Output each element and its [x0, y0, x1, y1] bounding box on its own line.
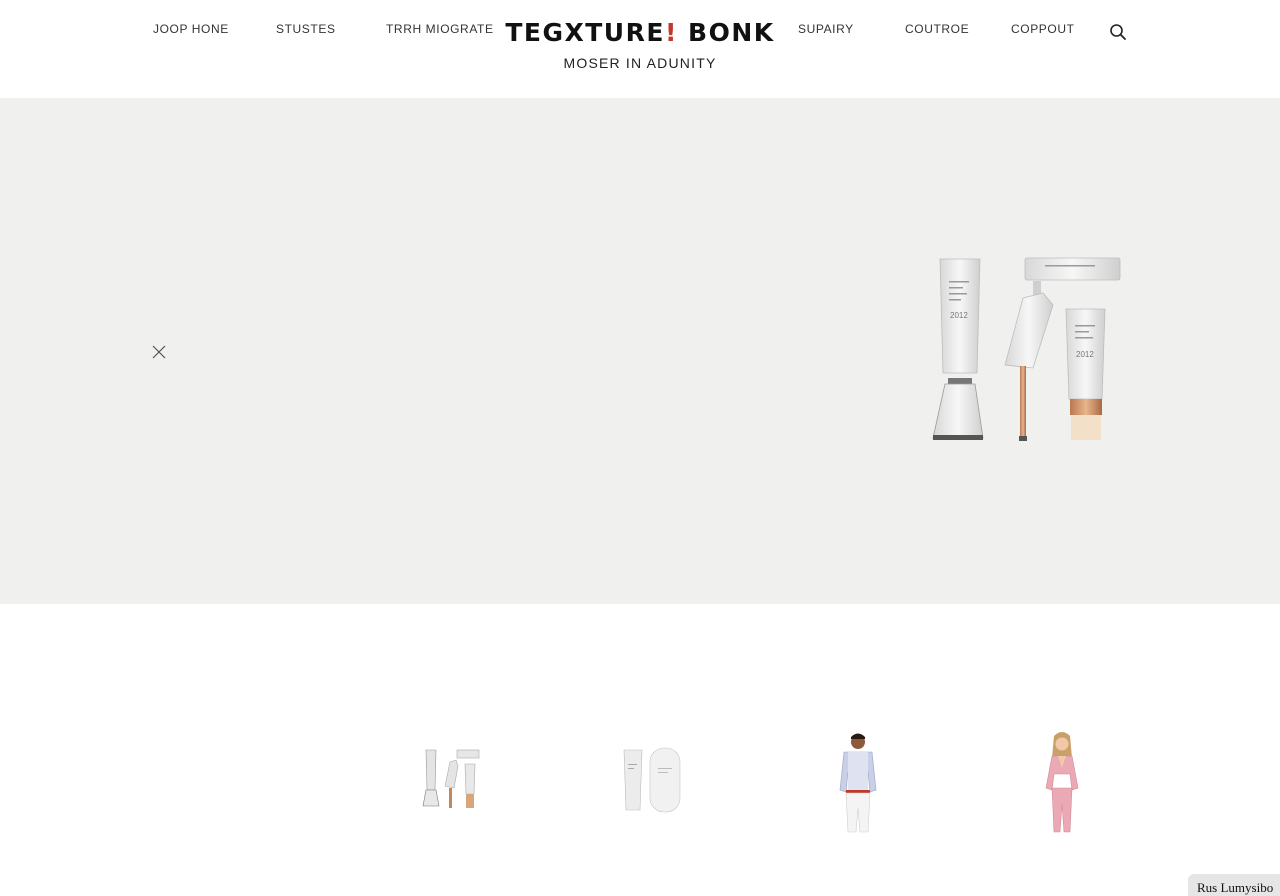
woman-model-thumbnail [1045, 732, 1079, 833]
brand-subtitle: MOSER IN ADUNITY [563, 55, 717, 71]
brand-title: TEGXTURE! BONK [460, 18, 820, 47]
tube-bottle-thumbnail [623, 747, 681, 813]
thumbnail-woman-model[interactable] [1022, 728, 1102, 838]
close-icon [152, 345, 166, 359]
thumbnail-product-set[interactable] [412, 728, 492, 838]
cosmetic-products-image: 2012 2012 [932, 257, 1121, 441]
close-button[interactable] [150, 343, 168, 361]
brand-logo[interactable]: TEGXTURE! BONK MOSER IN ADUNITY [460, 18, 820, 71]
nav-link-joop-hone[interactable]: JOOP HONE [153, 22, 229, 36]
nav-link-stustes[interactable]: STUSTES [276, 22, 336, 36]
product-label: 2012 [950, 311, 968, 320]
thumbnail-tube-bottle[interactable] [612, 728, 692, 838]
product-thumbnails [0, 728, 1280, 838]
nav-link-supairy[interactable]: SUPAIRY [798, 22, 854, 36]
search-icon [1110, 24, 1126, 40]
site-header: JOOP HONE STUSTES TRRH MIOGRATE TEGXTURE… [0, 0, 1280, 98]
product-set-thumbnail [422, 749, 480, 808]
hero-banner: 2012 2012 [0, 98, 1280, 604]
search-button[interactable] [1108, 22, 1128, 42]
nav-link-coppout[interactable]: COPPOUT [1011, 22, 1075, 36]
nav-link-coutroe[interactable]: COUTROE [905, 22, 969, 36]
product-label: 2012 [1076, 350, 1094, 359]
brand-title-part: TEGXTURE [505, 18, 665, 47]
brand-title-accent: ! [664, 18, 678, 47]
brand-title-part: BONK [677, 18, 775, 47]
man-model-thumbnail [839, 733, 877, 833]
corner-badge[interactable]: Rus Lumysibo [1188, 874, 1280, 896]
thumbnail-man-model[interactable] [818, 728, 898, 838]
